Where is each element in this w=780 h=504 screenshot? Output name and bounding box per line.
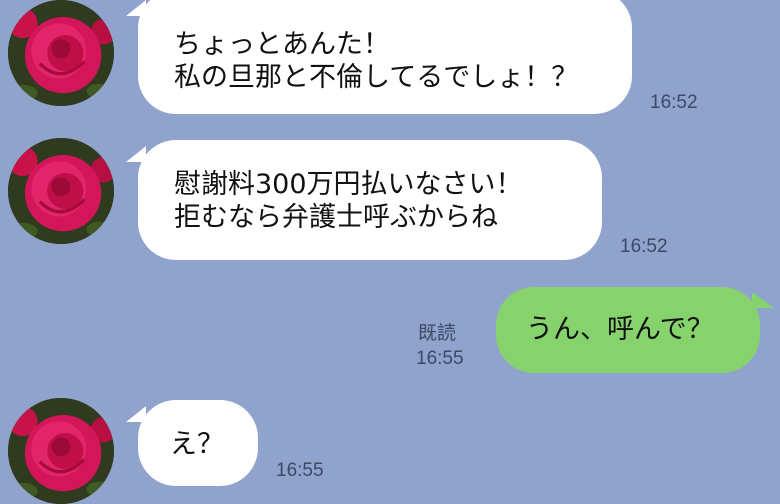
message-bubble[interactable]: ちょっとあんた！ 私の旦那と不倫してるでしょ！？ <box>138 0 632 114</box>
rose-avatar[interactable] <box>8 138 114 244</box>
message-timestamp: 16:55 <box>276 460 324 481</box>
rose-avatar[interactable] <box>8 398 114 504</box>
rose-avatar[interactable] <box>8 0 114 106</box>
rose-icon <box>8 0 114 106</box>
message-text-line: 私の旦那と不倫してるでしょ！？ <box>174 62 579 93</box>
message-bubble[interactable]: うん、呼んで？ <box>496 287 760 373</box>
read-receipt: 既読 <box>418 323 457 344</box>
message-text-line: 慰謝料300万円払いなさい！ <box>174 169 523 200</box>
rose-icon <box>8 138 114 244</box>
message-text-line: 拒むなら弁護士呼ぶからね <box>174 202 498 233</box>
rose-icon <box>8 398 114 504</box>
message-timestamp: 16:52 <box>620 236 668 257</box>
message-bubble[interactable]: 慰謝料300万円払いなさい！ 拒むなら弁護士呼ぶからね <box>138 140 602 260</box>
message-timestamp: 16:55 <box>416 348 464 369</box>
message-text-line: ちょっとあんた！ <box>174 29 390 60</box>
message-timestamp: 16:52 <box>650 92 698 113</box>
message-bubble[interactable]: え？ <box>138 400 258 486</box>
message-text-line: うん、呼んで？ <box>526 314 714 345</box>
message-text-line: え？ <box>170 429 224 460</box>
bubble-tail <box>752 292 774 308</box>
